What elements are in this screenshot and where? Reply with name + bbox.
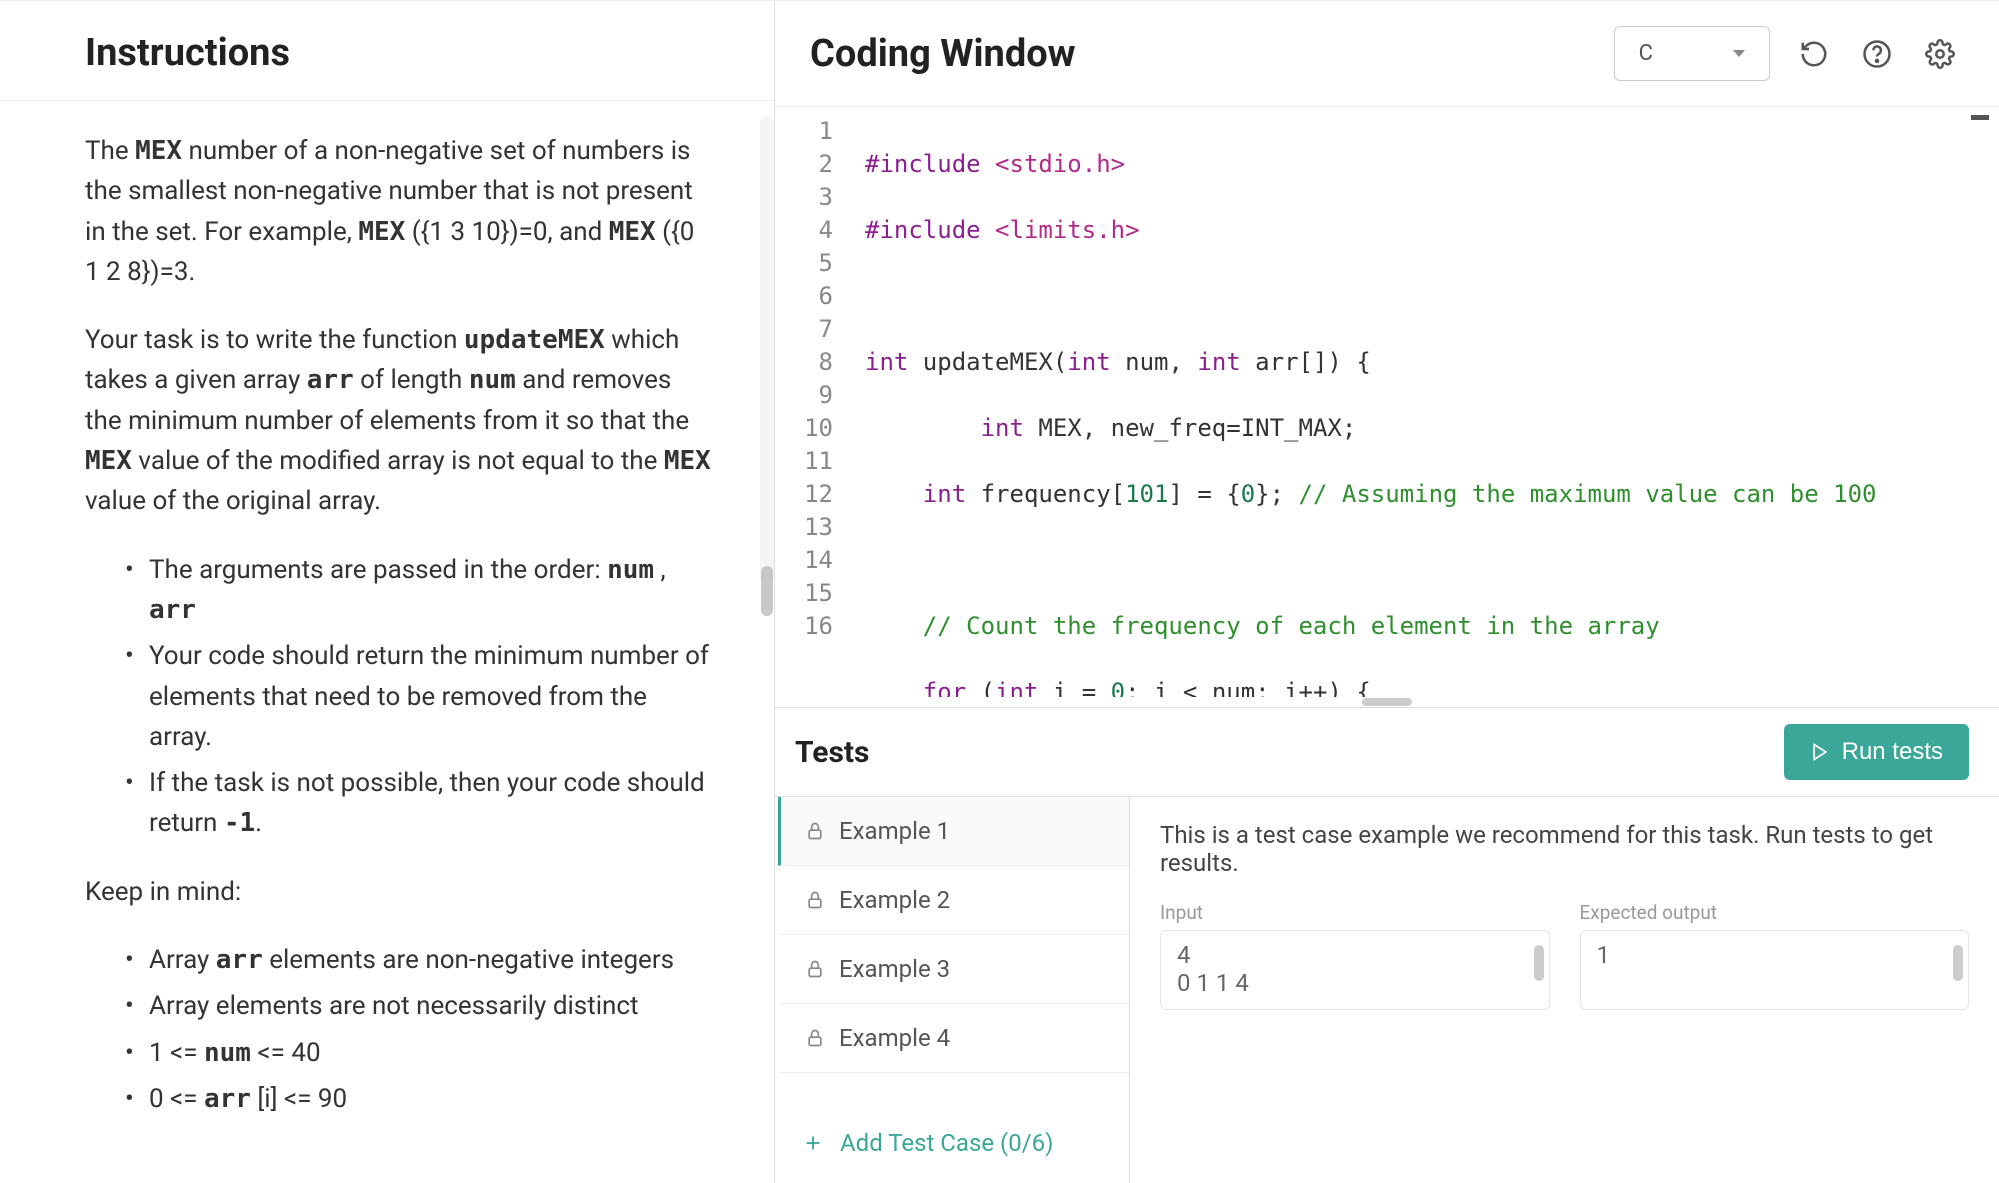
instructions-panel: Instructions The MEX number of a non-neg… [0,1,775,1183]
scrollbar-thumb[interactable] [1953,945,1963,981]
test-hint: This is a test case example we recommend… [1160,821,1969,877]
lock-icon [805,959,825,979]
language-select[interactable]: C [1614,26,1770,81]
play-icon [1810,742,1830,762]
instructions-list-1: The arguments are passed in the order: n… [125,550,714,844]
run-tests-button[interactable]: Run tests [1784,724,1969,780]
list-item: Array elements are not necessarily disti… [125,986,714,1026]
plus-icon [802,1132,824,1154]
input-label: Input [1160,901,1550,924]
main-container: Instructions The MEX number of a non-neg… [0,0,1999,1183]
keep-in-mind: Keep in mind: [85,872,714,912]
coding-title: Coding Window [810,32,1076,76]
test-item-2[interactable]: Example 2 [778,866,1129,935]
resize-handle[interactable] [775,697,1999,707]
add-test-label: Add Test Case (0/6) [840,1129,1053,1157]
test-detail: This is a test case example we recommend… [1130,797,1999,1183]
resize-grip-icon [1362,698,1412,706]
scrollbar-thumb[interactable] [1534,945,1544,981]
add-test-button[interactable]: Add Test Case (0/6) [778,1103,1129,1183]
tests-title: Tests [795,735,869,770]
list-item: 1 <= num <= 40 [125,1033,714,1073]
output-content[interactable]: 1 [1580,930,1970,1010]
instructions-body: The MEX number of a non-negative set of … [0,101,774,1183]
coding-header: Coding Window C [775,1,1999,107]
code-content[interactable]: #include <stdio.h> #include <limits.h> i… [845,107,1999,697]
header-controls: C [1614,26,1959,81]
code-editor[interactable]: 12345678910111213141516 #include <stdio.… [775,107,1999,697]
undo-icon [1799,39,1829,69]
input-content[interactable]: 4 0 1 1 4 [1160,930,1550,1010]
list-item: 0 <= arr [i] <= 90 [125,1079,714,1119]
lock-icon [805,890,825,910]
run-tests-label: Run tests [1842,738,1943,766]
help-button[interactable] [1858,35,1896,73]
line-gutter: 12345678910111213141516 [775,107,845,697]
list-item: The arguments are passed in the order: n… [125,550,714,631]
language-value: C [1639,41,1653,66]
instructions-p2: Your task is to write the function updat… [85,320,714,521]
instructions-list-2: Array arr elements are non-negative inte… [125,940,714,1119]
tests-section: Tests Run tests Example 1 Example 2 [775,707,1999,1183]
output-label: Expected output [1580,901,1970,924]
instructions-header: Instructions [0,1,774,101]
undo-button[interactable] [1795,35,1833,73]
io-row: Input 4 0 1 1 4 Expected output 1 [1160,901,1969,1010]
tests-body: Example 1 Example 2 Example 3 Example 4 [775,796,1999,1183]
list-item: Your code should return the minimum numb… [125,636,714,757]
minimap-marker [1971,115,1989,120]
test-item-4[interactable]: Example 4 [778,1004,1129,1073]
lock-icon [805,821,825,841]
list-item: If the task is not possible, then your c… [125,763,714,844]
scrollbar-thumb[interactable] [761,566,773,616]
scrollbar[interactable] [760,116,774,586]
chevron-down-icon [1733,50,1745,57]
test-item-3[interactable]: Example 3 [778,935,1129,1004]
settings-button[interactable] [1921,35,1959,73]
instructions-p1: The MEX number of a non-negative set of … [85,131,714,292]
input-box: Input 4 0 1 1 4 [1160,901,1550,1010]
coding-panel: Coding Window C 12345678910 [775,1,1999,1183]
output-box: Expected output 1 [1580,901,1970,1010]
instructions-title: Instructions [85,31,714,75]
gear-icon [1925,39,1955,69]
tests-header: Tests Run tests [775,708,1999,796]
lock-icon [805,1028,825,1048]
help-icon [1862,39,1892,69]
list-item: Array arr elements are non-negative inte… [125,940,714,980]
test-item-1[interactable]: Example 1 [778,797,1129,866]
test-list: Example 1 Example 2 Example 3 Example 4 [775,797,1130,1183]
